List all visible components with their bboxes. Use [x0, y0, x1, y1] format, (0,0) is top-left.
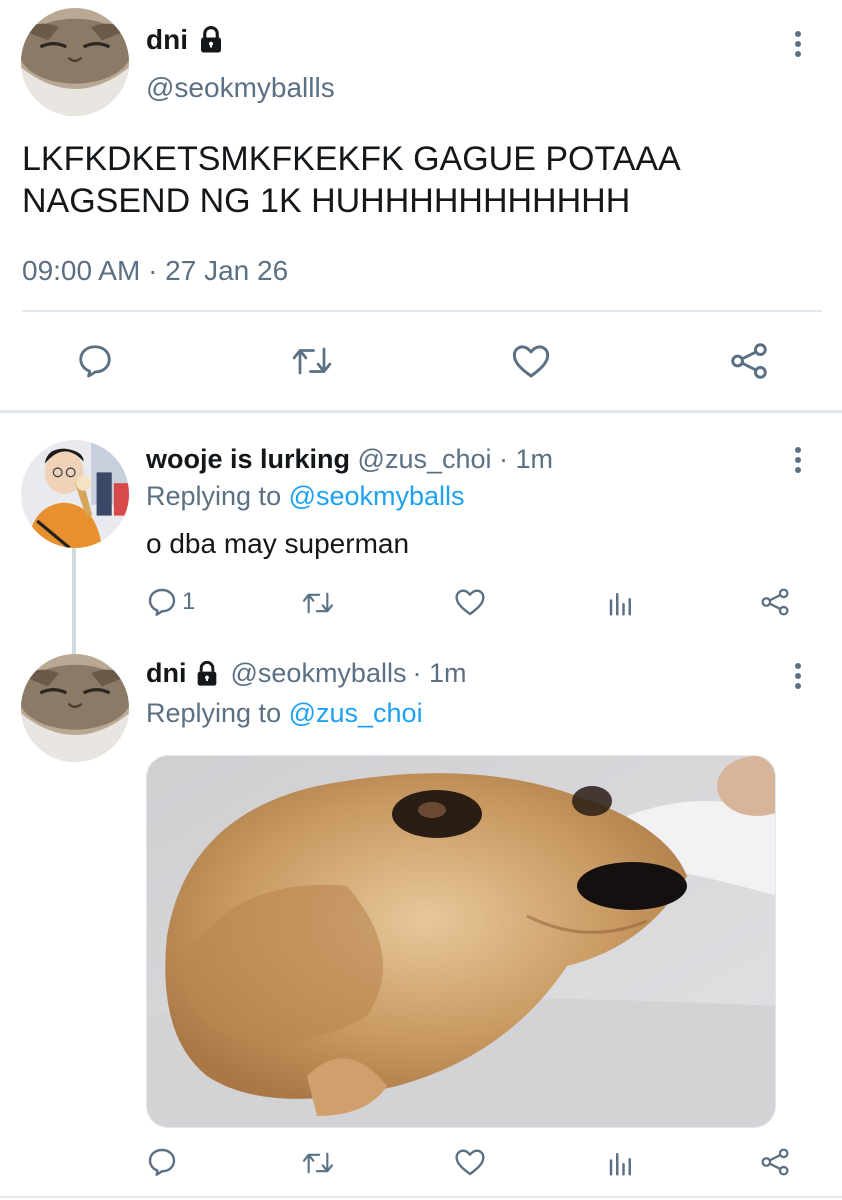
analytics-icon	[609, 593, 631, 616]
reply-icon	[148, 1148, 176, 1176]
replying-to-link[interactable]: @zus_choi	[289, 698, 423, 728]
share-icon	[731, 343, 767, 379]
like-button[interactable]	[454, 587, 486, 617]
section-divider	[0, 410, 842, 413]
tweet-text-line2: NAGSEND NG 1K HUHHHHHHHHHHH	[22, 182, 631, 220]
share-icon	[761, 588, 789, 616]
tweet-text-line1: LKFKDKETSMKFKEKFK GAGUE POTAAA	[22, 140, 681, 178]
reply-time[interactable]: · 1m	[499, 444, 553, 474]
reply2-header: dni @seokmyballs · 1m	[146, 658, 466, 689]
retweet-button[interactable]	[291, 343, 333, 379]
retweet-button[interactable]	[301, 589, 335, 617]
display-name[interactable]: wooje is lurking	[146, 444, 350, 474]
reply-time[interactable]: · 1m	[412, 658, 466, 689]
like-icon	[455, 589, 485, 616]
handle[interactable]: @zus_choi	[358, 444, 492, 474]
replying-to: Replying to @zus_choi	[146, 698, 423, 729]
replying-to: Replying to @seokmyballs	[146, 481, 465, 512]
share-button[interactable]	[728, 340, 770, 382]
replying-to-link[interactable]: @seokmyballs	[289, 481, 465, 511]
reply-text: o dba may superman	[146, 528, 410, 559]
lock-icon	[196, 25, 226, 55]
avatar-dni[interactable]	[21, 654, 129, 762]
analytics-button[interactable]	[606, 588, 636, 618]
retweet-icon	[292, 347, 332, 375]
like-button[interactable]	[511, 342, 551, 380]
reply-button[interactable]	[76, 342, 114, 380]
like-button[interactable]	[454, 1147, 486, 1177]
analytics-button[interactable]	[606, 1148, 636, 1178]
reply-button[interactable]: 1	[146, 586, 195, 618]
like-icon	[455, 1149, 485, 1176]
reply-count: 1	[182, 588, 196, 615]
share-button[interactable]	[759, 586, 791, 618]
lock-icon	[193, 660, 221, 688]
retweet-button[interactable]	[301, 1149, 335, 1177]
display-name[interactable]: dni	[146, 24, 188, 56]
reply-icon	[79, 345, 111, 378]
tweet-text: LKFKDKETSMKFKEKFK GAGUE POTAAA NAGSEND N…	[22, 138, 681, 222]
share-icon	[761, 1148, 789, 1176]
retweet-icon	[302, 592, 334, 614]
avatar-wooje[interactable]	[21, 440, 129, 548]
timestamp[interactable]: 09:00 AM · 27 Jan 26	[22, 255, 288, 287]
replying-prefix: Replying to	[146, 481, 289, 511]
tweet-media-image[interactable]	[146, 755, 776, 1128]
divider	[22, 310, 822, 312]
bottom-divider	[0, 1196, 842, 1198]
more-icon[interactable]	[786, 27, 810, 61]
reply1-header: wooje is lurking @zus_choi · 1m	[146, 444, 553, 475]
display-name[interactable]: dni	[146, 658, 187, 689]
share-button[interactable]	[759, 1146, 791, 1178]
handle[interactable]: @seokmyballs	[231, 658, 407, 689]
like-icon	[512, 345, 550, 378]
retweet-icon	[302, 1152, 334, 1174]
reply-button[interactable]	[146, 1146, 178, 1178]
thread-line	[72, 548, 76, 654]
more-icon[interactable]	[786, 443, 810, 477]
more-icon[interactable]	[786, 659, 810, 693]
analytics-icon	[609, 1153, 631, 1176]
handle[interactable]: @seokmyballls	[146, 72, 335, 104]
reply-icon	[148, 588, 176, 616]
replying-prefix: Replying to	[146, 698, 289, 728]
main-tweet-header: dni	[146, 20, 226, 60]
avatar-dni[interactable]	[21, 8, 129, 116]
